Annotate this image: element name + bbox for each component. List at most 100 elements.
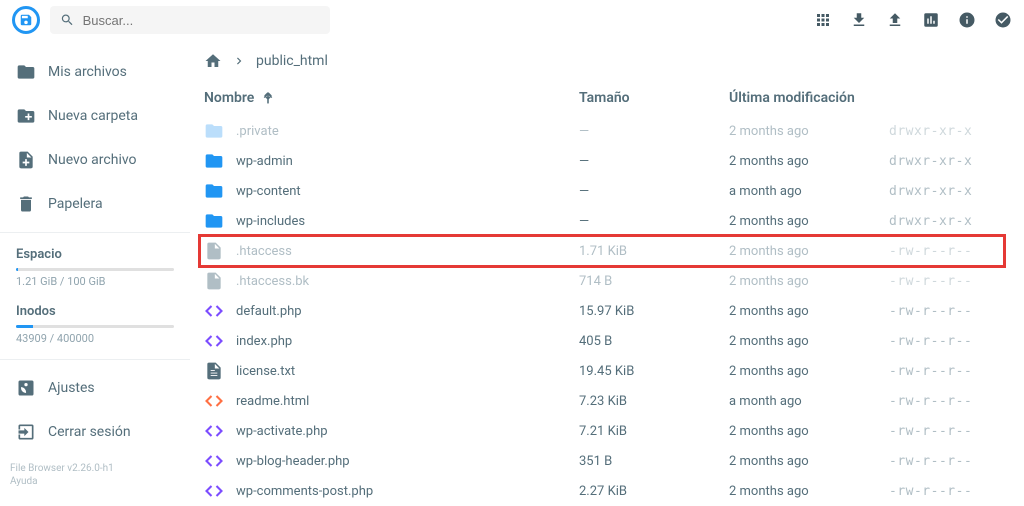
file-size: 7.23 KiB bbox=[579, 394, 729, 409]
new-folder-icon bbox=[16, 106, 36, 126]
file-type-icon bbox=[204, 181, 224, 201]
file-name: .htaccess.bk bbox=[236, 274, 309, 289]
file-size: 1.71 KiB bbox=[579, 244, 729, 259]
file-name: wp-comments-post.php bbox=[236, 484, 373, 499]
file-permissions: -rw-r--r-- bbox=[889, 454, 1000, 469]
search-input[interactable] bbox=[83, 13, 320, 28]
inodes-value: 43909 / 400000 bbox=[0, 330, 190, 353]
sidebar-trash[interactable]: Papelera bbox=[0, 182, 190, 226]
file-size: — bbox=[579, 184, 729, 199]
check-icon[interactable] bbox=[994, 11, 1012, 29]
sort-asc-icon bbox=[260, 90, 276, 106]
download-icon[interactable] bbox=[850, 11, 868, 29]
upload-icon[interactable] bbox=[886, 11, 904, 29]
file-row[interactable]: wp-content —a month agodrwxr-xr-x bbox=[204, 176, 1000, 206]
file-name: index.php bbox=[236, 334, 292, 349]
file-row[interactable]: license.txt19.45 KiB2 months ago-rw-r--r… bbox=[204, 356, 1000, 386]
file-size: 714 B bbox=[579, 274, 729, 289]
file-row[interactable]: index.php 405 B2 months ago-rw-r--r-- bbox=[204, 326, 1000, 356]
file-row[interactable]: wp-activate.php7.21 KiB2 months ago-rw-r… bbox=[204, 416, 1000, 446]
file-modified: 2 months ago bbox=[729, 334, 889, 349]
file-type-icon bbox=[204, 211, 224, 231]
sidebar-new-file[interactable]: Nuevo archivo bbox=[0, 138, 190, 182]
file-modified: 2 months ago bbox=[729, 424, 889, 439]
help-link[interactable]: Ayuda bbox=[10, 475, 180, 488]
file-row[interactable]: wp-comments-post.php2.27 KiB2 months ago… bbox=[204, 476, 1000, 504]
file-permissions: -rw-r--r-- bbox=[889, 424, 1000, 439]
header-modified[interactable]: Última modificación bbox=[729, 90, 889, 106]
space-label: Espacio bbox=[0, 239, 190, 264]
sidebar-new-folder[interactable]: Nueva carpeta bbox=[0, 94, 190, 138]
file-row[interactable]: wp-blog-header.php 351 B2 months ago-rw-r… bbox=[204, 446, 1000, 476]
file-name: license.txt bbox=[236, 364, 295, 379]
breadcrumb-folder[interactable]: public_html bbox=[256, 53, 328, 69]
sidebar-logout[interactable]: Cerrar sesión bbox=[0, 410, 190, 454]
file-permissions: -rw-r--r-- bbox=[889, 394, 1000, 409]
file-modified: 2 months ago bbox=[729, 244, 889, 259]
file-modified: 2 months ago bbox=[729, 454, 889, 469]
file-name: wp-includes bbox=[236, 214, 305, 229]
file-name: wp-blog-header.php bbox=[236, 454, 350, 469]
header-size[interactable]: Tamaño bbox=[579, 90, 729, 106]
grid-view-icon[interactable] bbox=[814, 11, 832, 29]
file-name: readme.html bbox=[236, 394, 309, 409]
app-logo[interactable] bbox=[12, 6, 40, 34]
info-icon[interactable] bbox=[958, 11, 976, 29]
logout-icon bbox=[16, 422, 36, 442]
sidebar-label: Mis archivos bbox=[48, 64, 127, 80]
file-permissions: -rw-r--r-- bbox=[889, 334, 1000, 349]
file-type-icon bbox=[204, 121, 224, 141]
file-modified: 2 months ago bbox=[729, 364, 889, 379]
sidebar-label: Papelera bbox=[48, 196, 103, 212]
file-permissions: -rw-r--r-- bbox=[889, 364, 1000, 379]
file-row[interactable]: default.php15.97 KiB2 months ago-rw-r--r… bbox=[204, 296, 1000, 326]
file-permissions: drwxr-xr-x bbox=[889, 184, 1000, 199]
file-permissions: -rw-r--r-- bbox=[889, 244, 1000, 259]
header-name[interactable]: Nombre bbox=[204, 90, 579, 106]
file-row[interactable]: .htaccess.bk 714 B2 months ago-rw-r--r-- bbox=[204, 266, 1000, 296]
sidebar-my-files[interactable]: Mis archivos bbox=[0, 50, 190, 94]
file-name: wp-content bbox=[236, 184, 301, 199]
file-permissions: -rw-r--r-- bbox=[889, 274, 1000, 289]
inodes-progress bbox=[16, 325, 174, 328]
new-file-icon bbox=[16, 150, 36, 170]
space-progress bbox=[16, 268, 174, 271]
file-permissions: -rw-r--r-- bbox=[889, 304, 1000, 319]
file-size: 405 B bbox=[579, 334, 729, 349]
file-type-icon bbox=[204, 151, 224, 171]
folder-icon bbox=[16, 62, 36, 82]
file-row[interactable]: .private—2 months agodrwxr-xr-x bbox=[204, 116, 1000, 146]
file-row[interactable]: wp-includes—2 months agodrwxr-xr-x bbox=[204, 206, 1000, 236]
file-type-icon bbox=[204, 481, 224, 501]
stats-icon[interactable] bbox=[922, 11, 940, 29]
file-size: — bbox=[579, 154, 729, 169]
search-icon bbox=[60, 12, 75, 28]
sidebar-label: Cerrar sesión bbox=[48, 424, 131, 440]
file-row[interactable]: .htaccess1.71 KiB2 months ago-rw-r--r-- bbox=[204, 236, 1000, 266]
space-value: 1.21 GiB / 100 GiB bbox=[0, 273, 190, 296]
file-type-icon bbox=[204, 421, 224, 441]
file-size: 351 B bbox=[579, 454, 729, 469]
file-modified: 2 months ago bbox=[729, 124, 889, 139]
file-size: 2.27 KiB bbox=[579, 484, 729, 499]
file-type-icon bbox=[204, 361, 224, 381]
file-permissions: drwxr-xr-x bbox=[889, 214, 1000, 229]
file-modified: a month ago bbox=[729, 184, 889, 199]
file-type-icon bbox=[204, 301, 224, 321]
file-type-icon bbox=[204, 271, 224, 291]
file-modified: 2 months ago bbox=[729, 214, 889, 229]
file-row[interactable]: wp-admin—2 months agodrwxr-xr-x bbox=[204, 146, 1000, 176]
home-icon[interactable] bbox=[204, 52, 222, 70]
file-modified: 2 months ago bbox=[729, 274, 889, 289]
sidebar-label: Ajustes bbox=[48, 380, 95, 396]
table-header: Nombre Tamaño Última modificación bbox=[204, 84, 1000, 116]
file-type-icon bbox=[204, 391, 224, 411]
file-type-icon bbox=[204, 331, 224, 351]
breadcrumb: public_html bbox=[204, 48, 1000, 84]
sidebar-settings[interactable]: Ajustes bbox=[0, 366, 190, 410]
file-row[interactable]: readme.html 7.23 KiBa month ago-rw-r--r-- bbox=[204, 386, 1000, 416]
search-box[interactable] bbox=[50, 6, 330, 34]
trash-icon bbox=[16, 194, 36, 214]
chevron-right-icon bbox=[232, 54, 246, 68]
file-modified: a month ago bbox=[729, 394, 889, 409]
